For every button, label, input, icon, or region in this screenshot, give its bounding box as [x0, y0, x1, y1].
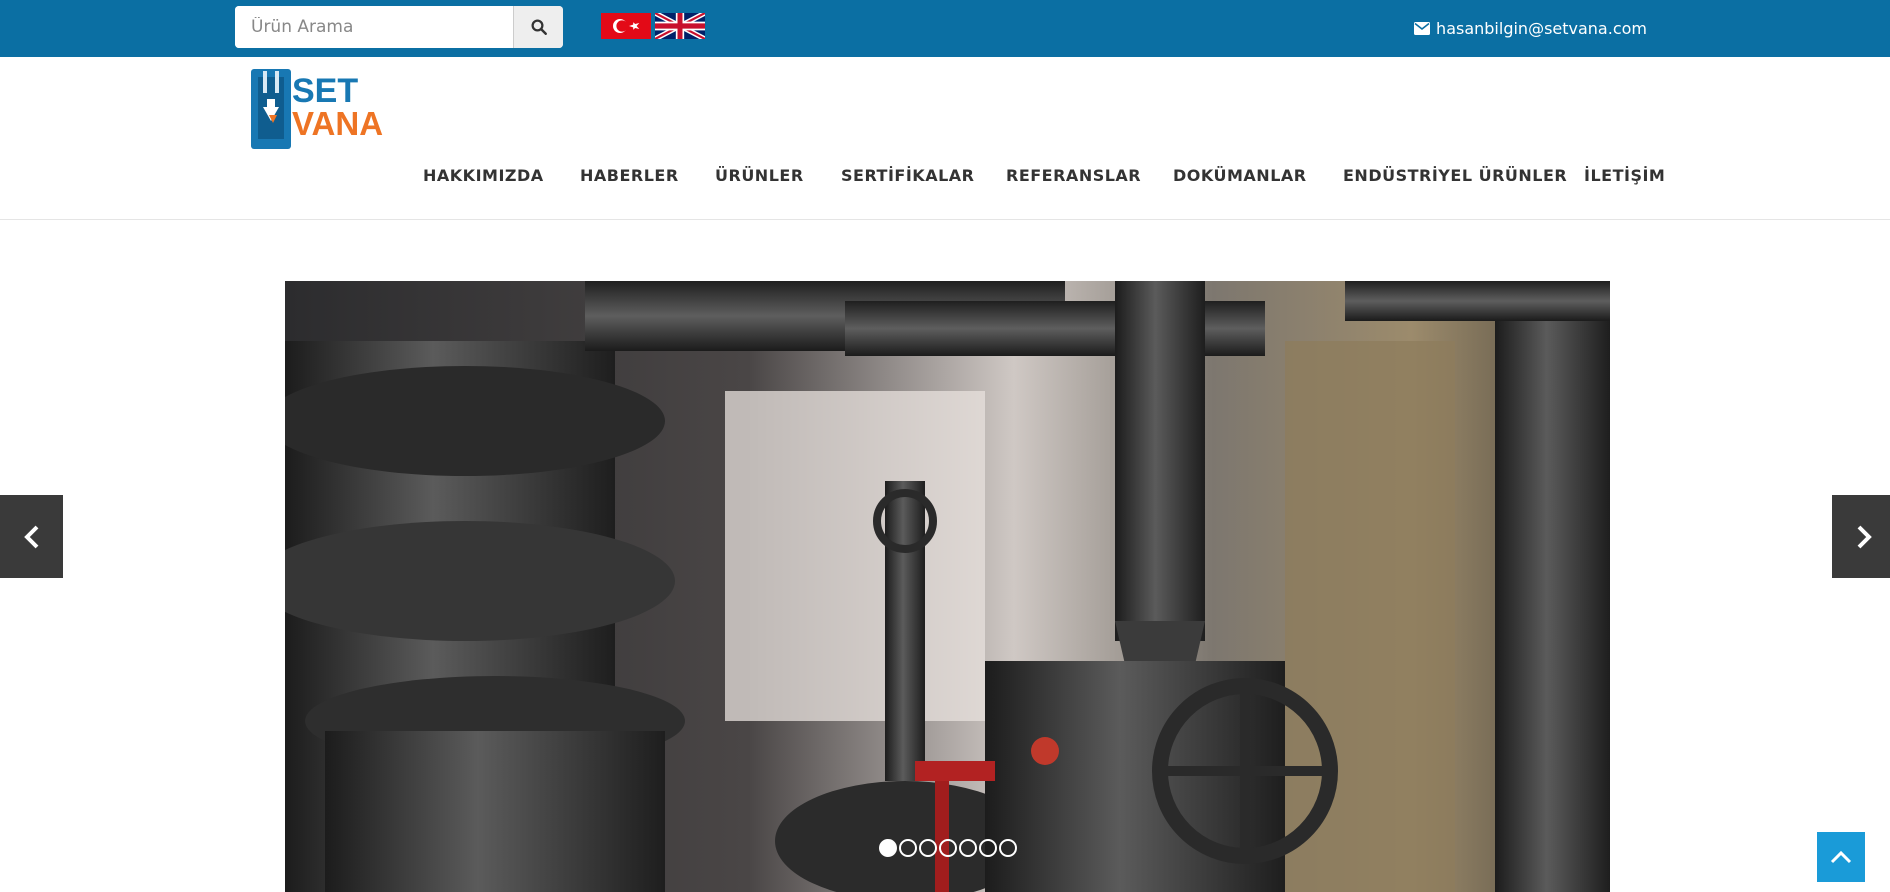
hero-slider: [285, 281, 1610, 892]
uk-flag[interactable]: [655, 13, 705, 39]
chevron-left-icon: [23, 525, 38, 548]
email-link[interactable]: hasanbilgin@setvana.com: [1414, 16, 1647, 40]
slider-dot[interactable]: [959, 839, 977, 857]
nav-item-dokumanlar[interactable]: DOKÜMANLAR: [1173, 158, 1307, 194]
slider-pagination: [879, 839, 1017, 857]
slider-dot[interactable]: [979, 839, 997, 857]
nav-item-sertifikalar[interactable]: SERTİFİKALAR: [841, 158, 974, 194]
nav-item-endustriyel-urunler[interactable]: ENDÜSTRİYEL ÜRÜNLER: [1343, 158, 1567, 194]
search-input[interactable]: [235, 6, 513, 48]
slider-dot[interactable]: [999, 839, 1017, 857]
chevron-right-icon: [1857, 525, 1872, 548]
slider-dot[interactable]: [899, 839, 917, 857]
back-to-top-button[interactable]: [1816, 831, 1866, 883]
setvana-logo[interactable]: SET VANA: [249, 65, 389, 151]
top-bar: hasanbilgin@setvana.com: [0, 0, 1890, 57]
nav-item-hakkimizda[interactable]: HAKKIMIZDA: [423, 158, 544, 194]
search-form: [235, 6, 563, 48]
turkish-flag[interactable]: [601, 13, 651, 39]
site-header: SET VANA HAKKIMIZDA HABERLER ÜRÜNLER SER…: [0, 57, 1890, 220]
slider-dot[interactable]: [919, 839, 937, 857]
search-button[interactable]: [513, 6, 563, 48]
slide-image: [285, 281, 1610, 892]
slider-next-button[interactable]: [1832, 495, 1890, 578]
nav-item-urunler[interactable]: ÜRÜNLER: [715, 158, 804, 194]
logo-text-vana: VANA: [292, 105, 383, 142]
slider-dot[interactable]: [939, 839, 957, 857]
slider-dot[interactable]: [879, 839, 897, 857]
email-address: hasanbilgin@setvana.com: [1436, 18, 1647, 38]
nav-item-referanslar[interactable]: REFERANSLAR: [1006, 158, 1141, 194]
slider-prev-button[interactable]: [0, 495, 63, 578]
main-nav: HAKKIMIZDA HABERLER ÜRÜNLER SERTİFİKALAR…: [0, 158, 1890, 194]
envelope-icon: [1414, 21, 1431, 35]
chevron-up-icon: [1830, 850, 1852, 864]
nav-item-iletisim[interactable]: İLETİŞİM: [1584, 158, 1665, 194]
nav-item-haberler[interactable]: HABERLER: [580, 158, 679, 194]
search-icon: [531, 19, 547, 35]
